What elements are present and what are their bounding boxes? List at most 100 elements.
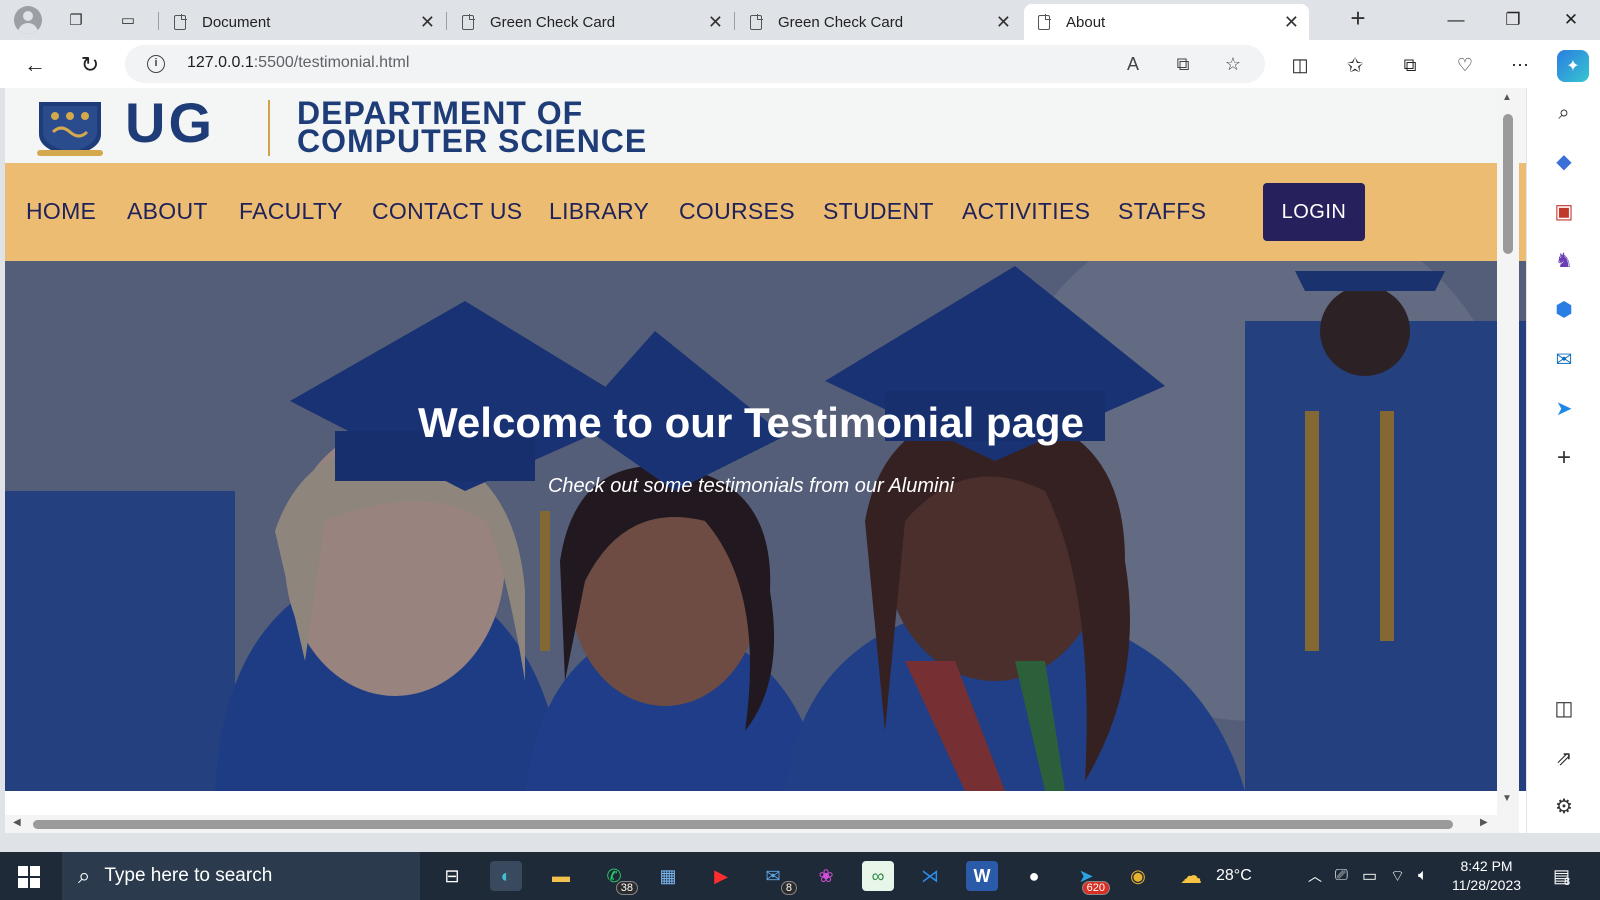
task-view-icon[interactable]: ⊟ [436, 861, 468, 891]
workspaces-icon[interactable]: ❐ [63, 8, 89, 32]
restore-icon[interactable]: ❐ [1490, 6, 1536, 34]
tab-document[interactable]: Document ✕ [160, 4, 445, 40]
outlook-icon[interactable]: ✉ [1549, 344, 1579, 374]
favorites-icon[interactable]: ✩ [1340, 50, 1370, 80]
university-crest-logo [37, 102, 103, 156]
browser-essentials-icon[interactable]: ♡ [1450, 50, 1480, 80]
games-icon[interactable]: ♞ [1549, 245, 1579, 275]
tab-actions-icon[interactable]: ▭ [115, 8, 141, 32]
settings-gear-icon[interactable]: ⚙ [1549, 791, 1579, 821]
vscode-icon[interactable]: ⋊ [914, 861, 946, 891]
url-host: 127.0.0.1 [187, 54, 254, 71]
ug-logo-text: UG [125, 91, 215, 154]
tab-green-check-card-2[interactable]: Green Check Card ✕ [736, 4, 1021, 40]
microsoft-365-icon[interactable]: ⬢ [1549, 294, 1579, 324]
toolbox-icon[interactable]: ▣ [1549, 196, 1579, 226]
horizontal-scrollbar[interactable]: ◀ ▶ [5, 815, 1519, 833]
nav-about[interactable]: ABOUT [127, 198, 208, 225]
shopping-tag-icon[interactable]: ◆ [1549, 146, 1579, 176]
search-icon[interactable]: ⌕ [1549, 98, 1579, 128]
url-text[interactable]: 127.0.0.1:5500/testimonial.html [187, 54, 409, 72]
app-available-icon[interactable]: ⧉ [1170, 52, 1196, 76]
profile-avatar-icon[interactable] [14, 6, 42, 34]
hero-title: Welcome to our Testimonial page [418, 399, 1084, 446]
scroll-down-icon[interactable]: ▼ [1502, 793, 1512, 804]
microsoft-store-icon[interactable]: ▦ [652, 861, 684, 891]
reload-icon[interactable]: ↻ [75, 50, 105, 80]
notifications-icon[interactable]: ▤ 8 [1553, 852, 1570, 900]
minimize-icon[interactable]: — [1433, 6, 1479, 34]
nav-faculty[interactable]: FACULTY [239, 198, 343, 225]
more-options-icon[interactable]: ⋯ [1505, 50, 1535, 80]
close-window-icon[interactable]: ✕ [1548, 6, 1594, 34]
hide-sidebar-icon[interactable]: ◫ [1549, 693, 1579, 723]
back-icon[interactable]: ← [20, 50, 50, 80]
tab-green-check-card-1[interactable]: Green Check Card ✕ [448, 4, 733, 40]
site-info-icon[interactable]: i [147, 55, 165, 73]
department-title-line2: COMPUTER SCIENCE [297, 123, 648, 159]
close-tab-icon[interactable]: ✕ [708, 12, 723, 33]
collections-icon[interactable]: ⧉ [1395, 50, 1425, 80]
address-bar[interactable]: i 127.0.0.1:5500/testimonial.html A ⧉ ☆ [125, 45, 1265, 83]
taskbar-search-box[interactable]: ⌕ Type here to search [62, 852, 420, 900]
telegram-badge: 620 [1081, 881, 1110, 895]
tab-title: Green Check Card [490, 13, 616, 31]
youtube-icon[interactable]: ▶ [705, 861, 737, 891]
drop-icon[interactable]: ➤ [1549, 393, 1579, 423]
open-external-icon[interactable]: ⇗ [1549, 743, 1579, 773]
hero-subtitle: Check out some testimonials from our Alu… [547, 475, 955, 497]
read-aloud-icon[interactable]: A [1120, 52, 1146, 76]
new-tab-icon[interactable]: + [1345, 3, 1371, 33]
login-button[interactable]: LOGIN [1263, 183, 1365, 241]
header-divider [268, 100, 270, 156]
show-hidden-icons-icon[interactable]: ︿ [1308, 852, 1322, 900]
chrome-icon[interactable]: ◉ [1122, 861, 1154, 891]
nav-contact-us[interactable]: CONTACT US [372, 198, 522, 225]
mail-badge: 8 [780, 881, 797, 895]
nav-activities[interactable]: ACTIVITIES [962, 198, 1090, 225]
meet-now-icon[interactable]: ⎚ [1335, 852, 1348, 900]
nav-home[interactable]: HOME [26, 198, 96, 225]
horizontal-scroll-thumb[interactable] [33, 820, 1453, 829]
tab-separator [158, 12, 159, 30]
vertical-scrollbar[interactable]: ▲ ▼ [1497, 88, 1519, 815]
clock-date: 11/28/2023 [1452, 877, 1522, 893]
tab-about[interactable]: About ✕ [1024, 4, 1309, 40]
wps-office-icon[interactable]: ❀ [810, 861, 842, 891]
telegram-icon[interactable]: ➤ 620 [1070, 861, 1110, 895]
nav-student[interactable]: STUDENT [823, 198, 934, 225]
favorite-star-icon[interactable]: ☆ [1220, 52, 1246, 76]
scroll-right-icon[interactable]: ▶ [1480, 817, 1488, 828]
battery-icon[interactable]: ▭ [1362, 852, 1377, 900]
windows-start-icon[interactable] [18, 866, 40, 888]
volume-icon[interactable]: 🔈︎ [1418, 852, 1428, 900]
nav-courses[interactable]: COURSES [679, 198, 795, 225]
close-tab-icon[interactable]: ✕ [420, 12, 435, 33]
nav-library[interactable]: LIBRARY [549, 198, 649, 225]
whatsapp-icon[interactable]: ✆ 38 [598, 861, 638, 895]
close-tab-icon[interactable]: ✕ [996, 12, 1011, 33]
system-clock[interactable]: 8:42 PM 11/28/2023 [1452, 857, 1521, 895]
geeksforgeeks-icon[interactable]: ∞ [862, 861, 894, 891]
scroll-up-icon[interactable]: ▲ [1502, 92, 1512, 103]
page-icon [750, 13, 763, 30]
scroll-left-icon[interactable]: ◀ [13, 817, 21, 828]
hero-overlay [5, 261, 1526, 791]
weather-widget[interactable]: ☁ 28°C [1180, 852, 1252, 900]
vertical-scroll-thumb[interactable] [1503, 114, 1513, 254]
nav-staffs[interactable]: STAFFS [1118, 198, 1206, 225]
github-icon[interactable]: ● [1018, 861, 1050, 891]
add-sidebar-app-icon[interactable]: + [1549, 443, 1579, 473]
word-icon[interactable]: W [966, 861, 998, 891]
tab-title: About [1066, 13, 1106, 31]
site-navigation: HOME ABOUT FACULTY CONTACT US LIBRARY CO… [5, 163, 1526, 261]
file-explorer-icon[interactable]: ▬ [545, 861, 577, 891]
close-tab-icon[interactable]: ✕ [1284, 12, 1299, 33]
edge-browser-icon[interactable]: ◐ [490, 861, 522, 891]
mail-icon[interactable]: ✉ 8 [757, 861, 797, 895]
split-screen-icon[interactable]: ◫ [1285, 50, 1315, 80]
wifi-icon[interactable]: ⌔ [1390, 852, 1405, 900]
copilot-icon[interactable]: ✦ [1557, 50, 1589, 82]
site-header: UG DEPARTMENT OF COMPUTER SCIENCE [5, 88, 1526, 163]
notification-count: 8 [1564, 876, 1571, 888]
